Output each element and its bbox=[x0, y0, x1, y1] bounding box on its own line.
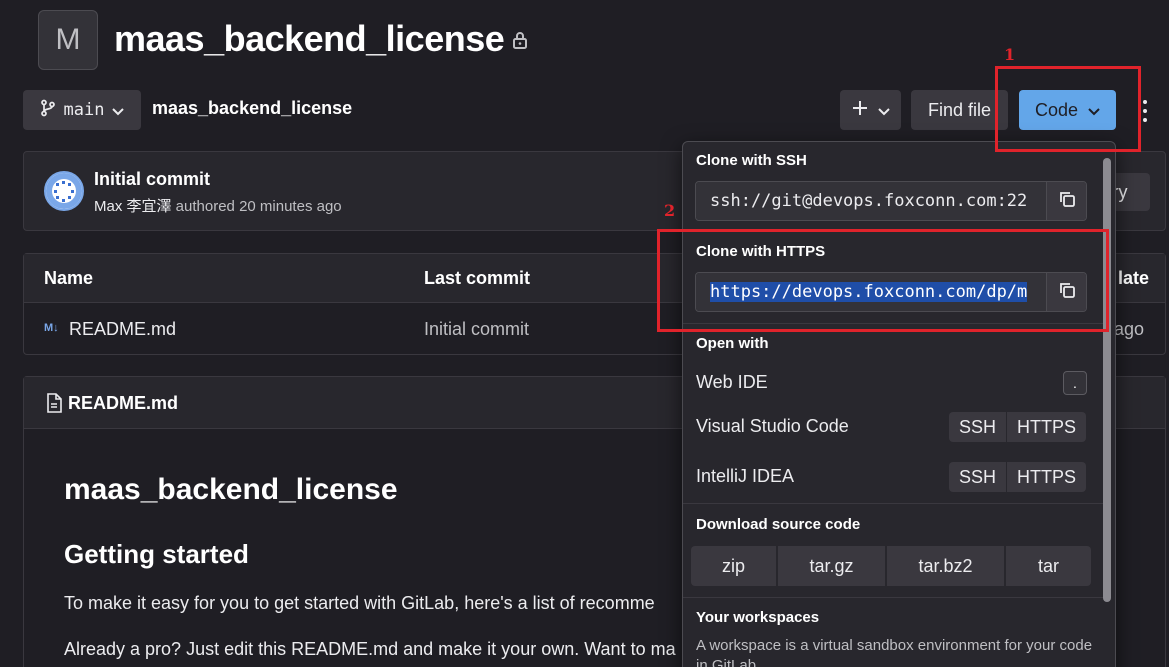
chevron-down-icon bbox=[877, 100, 890, 121]
download-zip-button[interactable]: zip bbox=[691, 546, 776, 586]
download-tarbz2-button[interactable]: tar.bz2 bbox=[887, 546, 1004, 586]
readme-filename[interactable]: README.md bbox=[68, 393, 178, 414]
workspaces-description: A workspace is a virtual sandbox environ… bbox=[696, 637, 1093, 667]
open-with-label: Open with bbox=[696, 335, 769, 352]
vscode-options: SSH HTTPS bbox=[949, 412, 1087, 442]
column-header-name: Name bbox=[44, 268, 94, 288]
annotation-label-1: 1 bbox=[1004, 45, 1016, 64]
intellij-https-button[interactable]: HTTPS bbox=[1006, 462, 1087, 492]
branch-name: main bbox=[63, 100, 105, 120]
download-options: zip tar.gz tar.bz2 tar bbox=[691, 546, 1091, 586]
add-menu-button[interactable] bbox=[840, 90, 901, 130]
web-ide-item[interactable]: Web IDE bbox=[696, 372, 768, 393]
vscode-item: Visual Studio Code bbox=[696, 416, 849, 436]
readme-heading-1: maas_backend_license bbox=[64, 473, 398, 506]
dropdown-scrollbar[interactable] bbox=[1103, 158, 1111, 602]
branch-selector[interactable]: main bbox=[23, 90, 141, 130]
project-avatar: M bbox=[38, 10, 98, 70]
divider bbox=[683, 597, 1103, 598]
branch-icon bbox=[40, 99, 56, 122]
intellij-options: SSH HTTPS bbox=[949, 462, 1087, 492]
column-header-last-commit: Last commit bbox=[424, 268, 531, 288]
plus-icon bbox=[852, 100, 868, 121]
ssh-url-input[interactable]: ssh://git@devops.foxconn.com:22 bbox=[696, 182, 1046, 220]
download-tar-button[interactable]: tar bbox=[1006, 546, 1091, 586]
web-ide-shortcut: . bbox=[1063, 371, 1087, 395]
annotation-label-2: 2 bbox=[664, 201, 676, 220]
workspaces-label: Your workspaces bbox=[696, 609, 820, 626]
copy-icon bbox=[1058, 190, 1076, 213]
copy-ssh-button[interactable] bbox=[1046, 182, 1086, 220]
clone-dropdown: Clone with SSH ssh://git@devops.foxconn.… bbox=[682, 141, 1116, 667]
file-icon bbox=[46, 393, 62, 418]
commit-author[interactable]: Max 李宜澤 bbox=[94, 198, 172, 215]
commit-time: authored 20 minutes ago bbox=[171, 198, 342, 215]
vscode-ssh-button[interactable]: SSH bbox=[949, 412, 1007, 442]
intellij-item: IntelliJ IDEA bbox=[696, 466, 795, 486]
intellij-ssh-button[interactable]: SSH bbox=[949, 462, 1007, 492]
find-file-button[interactable]: Find file bbox=[911, 90, 1008, 130]
clone-ssh-field: ssh://git@devops.foxconn.com:22 bbox=[695, 181, 1087, 221]
annotation-box-1 bbox=[995, 66, 1141, 152]
vscode-https-button[interactable]: HTTPS bbox=[1006, 412, 1087, 442]
download-source-label: Download source code bbox=[696, 516, 861, 533]
readme-paragraph-2: Already a pro? Just edit this README.md … bbox=[64, 639, 676, 659]
commit-meta: Max 李宜澤 authored 20 minutes ago bbox=[94, 195, 342, 216]
readme-heading-2: Getting started bbox=[64, 539, 249, 569]
commit-title[interactable]: Initial commit bbox=[94, 169, 210, 190]
lock-icon bbox=[512, 31, 528, 54]
file-name-link[interactable]: README.md bbox=[69, 319, 176, 340]
markdown-icon: M↓ bbox=[44, 322, 59, 334]
annotation-box-2 bbox=[657, 229, 1109, 332]
file-last-commit[interactable]: Initial commit bbox=[424, 319, 529, 340]
breadcrumb[interactable]: maas_backend_license bbox=[152, 98, 352, 119]
download-targz-button[interactable]: tar.gz bbox=[778, 546, 885, 586]
readme-paragraph-1: To make it easy for you to get started w… bbox=[64, 593, 655, 613]
project-title: maas_backend_license bbox=[114, 18, 505, 59]
file-date: ago bbox=[1114, 319, 1145, 339]
chevron-down-icon bbox=[112, 100, 125, 121]
author-avatar[interactable] bbox=[44, 171, 84, 211]
column-header-date: late bbox=[1118, 268, 1150, 288]
divider bbox=[683, 503, 1103, 504]
clone-ssh-label: Clone with SSH bbox=[696, 152, 807, 169]
